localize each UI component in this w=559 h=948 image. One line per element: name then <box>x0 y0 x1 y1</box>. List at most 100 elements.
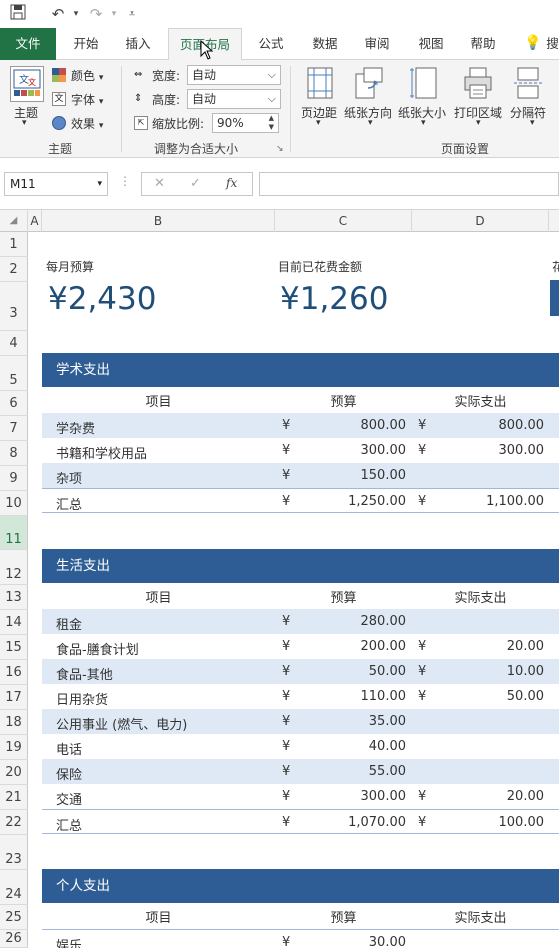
table-row[interactable]: 保险 ¥55.00 <box>42 759 559 784</box>
currency-symbol: ¥ <box>418 494 427 509</box>
effects-icon[interactable] <box>52 116 66 130</box>
tab-review[interactable]: 审阅 <box>354 28 400 60</box>
margins-icon[interactable] <box>306 66 334 103</box>
column-header-b[interactable]: B <box>42 210 275 232</box>
height-dropdown[interactable]: 自动 ⌵ <box>187 89 281 109</box>
redo-icon[interactable]: ↷ <box>86 4 106 24</box>
row-header[interactable]: 5 <box>0 356 28 391</box>
header-actual: 实际支出 <box>454 911 507 926</box>
colors-button[interactable]: 颜色 ▾ <box>71 67 103 84</box>
spinner-arrows-icon[interactable]: ▲ ▼ <box>269 114 274 132</box>
row-header[interactable]: 7 <box>0 416 28 441</box>
column-header-a[interactable]: A <box>28 210 42 232</box>
themes-icon[interactable]: 文文 <box>10 66 44 102</box>
table-row[interactable]: 杂项 ¥150.00 <box>42 463 559 488</box>
scale-spinner[interactable]: 90% ▲ ▼ <box>212 113 279 133</box>
table-row[interactable]: 交通 ¥300.00 ¥20.00 <box>42 784 559 809</box>
orientation-dropdown-icon[interactable]: ▾ <box>368 118 373 128</box>
tab-data[interactable]: 数据 <box>302 28 348 60</box>
size-dropdown-icon[interactable]: ▾ <box>421 118 426 128</box>
row-header[interactable]: 24 <box>0 870 28 905</box>
undo-icon[interactable]: ↶ <box>48 4 68 24</box>
fonts-icon[interactable]: 文 <box>52 92 66 106</box>
table-row[interactable]: 食品-膳食计划 ¥200.00 ¥20.00 <box>42 634 559 659</box>
table-row[interactable]: 日用杂货 ¥110.00 ¥50.00 <box>42 684 559 709</box>
column-header-c[interactable]: C <box>275 210 412 232</box>
table-row[interactable]: 公用事业 (燃气、电力) ¥35.00 <box>42 709 559 734</box>
breaks-dropdown-icon[interactable]: ▾ <box>530 118 535 128</box>
total-row[interactable]: 汇总 ¥1,250.00 ¥1,100.00 <box>42 488 559 513</box>
row-header[interactable]: 13 <box>0 585 28 610</box>
table-row[interactable]: 食品-其他 ¥50.00 ¥10.00 <box>42 659 559 684</box>
tab-home[interactable]: 开始 <box>62 28 110 60</box>
total-row[interactable]: 汇总 ¥1,070.00 ¥100.00 <box>42 809 559 834</box>
currency-symbol: ¥ <box>418 664 427 679</box>
lightbulb-icon[interactable]: 💡 <box>520 28 546 60</box>
insert-function-icon[interactable]: fx <box>226 176 237 190</box>
table-row[interactable]: 电话 ¥40.00 <box>42 734 559 759</box>
row-header[interactable]: 14 <box>0 610 28 635</box>
row-header[interactable]: 15 <box>0 635 28 660</box>
row-header[interactable]: 20 <box>0 760 28 785</box>
fonts-button[interactable]: 字体 ▾ <box>71 91 103 108</box>
breaks-button[interactable]: 分隔符 <box>510 104 546 121</box>
themes-dropdown-icon[interactable]: ▾ <box>22 118 27 128</box>
row-header[interactable]: 4 <box>0 331 28 356</box>
tab-formulas[interactable]: 公式 <box>248 28 294 60</box>
row-header[interactable]: 16 <box>0 660 28 685</box>
row-header[interactable]: 8 <box>0 441 28 466</box>
cancel-icon[interactable]: ✕ <box>154 176 165 191</box>
undo-dropdown-icon[interactable]: ▾ <box>66 4 86 24</box>
select-all-icon[interactable]: ◢ <box>0 210 28 232</box>
row-header[interactable]: 11 <box>0 516 28 550</box>
breaks-icon[interactable] <box>514 66 542 103</box>
dialog-launcher-icon[interactable]: ↘ <box>276 144 284 154</box>
row-header[interactable]: 6 <box>0 391 28 416</box>
tab-view[interactable]: 视图 <box>408 28 454 60</box>
column-header-d[interactable]: D <box>412 210 549 232</box>
margins-dropdown-icon[interactable]: ▾ <box>316 118 321 128</box>
tab-insert[interactable]: 插入 <box>114 28 162 60</box>
tell-me-partial[interactable]: 搜 <box>546 28 559 60</box>
print-area-icon[interactable] <box>462 66 494 103</box>
row-header[interactable]: 3 <box>0 282 28 331</box>
item-cell: 食品-膳食计划 <box>56 643 139 658</box>
orientation-icon[interactable] <box>354 66 384 103</box>
save-icon[interactable] <box>8 4 28 24</box>
width-dropdown[interactable]: 自动 ⌵ <box>187 65 281 85</box>
tab-file[interactable]: 文件 <box>0 28 56 60</box>
row-header[interactable]: 25 <box>0 905 28 930</box>
row-header[interactable]: 21 <box>0 785 28 810</box>
formula-bar-grip-icon[interactable]: ⋮ <box>119 174 131 188</box>
effects-button[interactable]: 效果 ▾ <box>71 115 103 132</box>
table-row[interactable]: 书籍和学校用品 ¥300.00 ¥300.00 <box>42 438 559 463</box>
row-header[interactable]: 2 <box>0 257 28 282</box>
row-header[interactable]: 26 <box>0 930 28 948</box>
total-row[interactable]: 娱乐 ¥30.00 <box>42 929 559 948</box>
row-header[interactable]: 17 <box>0 685 28 710</box>
row-header[interactable]: 1 <box>0 232 28 257</box>
formula-input[interactable] <box>259 172 559 196</box>
row-header[interactable]: 12 <box>0 550 28 585</box>
item-cell: 学杂费 <box>56 422 96 437</box>
name-box[interactable]: M11 ▾ <box>4 172 108 196</box>
monthly-budget-label: 每月预算 <box>46 260 95 274</box>
colors-icon[interactable] <box>52 68 66 82</box>
table-row[interactable]: 学杂费 ¥800.00 ¥800.00 <box>42 413 559 438</box>
column-header-e-partial[interactable] <box>549 210 559 232</box>
enter-icon[interactable]: ✓ <box>190 176 201 191</box>
customize-icon[interactable]: ⩡ <box>122 4 142 24</box>
redo-dropdown-icon[interactable]: ▾ <box>104 4 124 24</box>
budget-cell: 40.00 <box>368 739 406 754</box>
row-header[interactable]: 23 <box>0 835 28 870</box>
row-header[interactable]: 22 <box>0 810 28 835</box>
row-header[interactable]: 10 <box>0 491 28 516</box>
row-header[interactable]: 9 <box>0 466 28 491</box>
table-row[interactable]: 租金 ¥280.00 <box>42 609 559 634</box>
chevron-down-icon[interactable]: ▾ <box>97 173 102 195</box>
row-header[interactable]: 18 <box>0 710 28 735</box>
size-icon[interactable] <box>410 66 438 103</box>
row-header[interactable]: 19 <box>0 735 28 760</box>
print-area-dropdown-icon[interactable]: ▾ <box>476 118 481 128</box>
tab-help[interactable]: 帮助 <box>460 28 506 60</box>
